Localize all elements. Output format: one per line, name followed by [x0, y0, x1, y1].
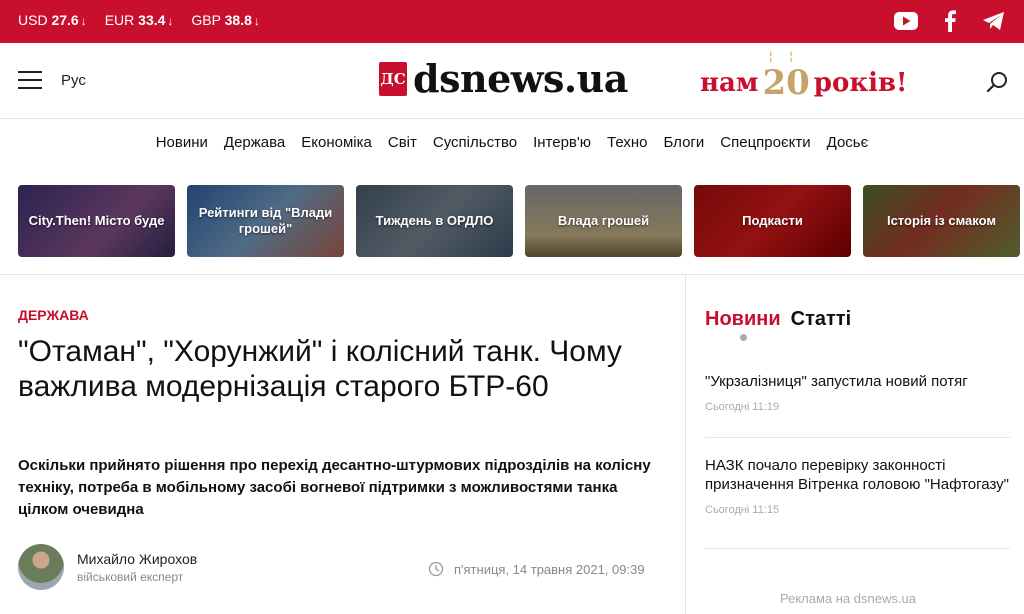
tile-taste-history[interactable]: Історія із смаком — [863, 185, 1020, 257]
category-tiles: City.Then! Місто буде Рейтинги від "Влад… — [18, 185, 1020, 257]
author-block[interactable]: Михайло Жирохов військовий експерт — [18, 544, 197, 590]
anniversary-pre: нам — [700, 68, 759, 98]
rate-gbp: GBP 38.8 ↓ — [191, 12, 259, 28]
nav-item-news[interactable]: Новини — [156, 134, 208, 151]
rate-trend-icon: ↓ — [167, 14, 174, 28]
menu-icon[interactable] — [18, 71, 42, 91]
nav-item-interview[interactable]: Інтерв'ю — [533, 134, 591, 151]
column-divider — [685, 275, 686, 614]
rate-currency: GBP — [191, 12, 221, 28]
section-divider — [0, 274, 1024, 275]
article-title: "Отаман", "Хорунжий" і колісний танк. Чо… — [18, 335, 622, 403]
news-time: Сьогодні 11:19 — [705, 401, 780, 413]
tile-label: Історія із смаком — [886, 213, 997, 228]
nav-item-dossier[interactable]: Досьє — [827, 134, 869, 151]
tile-label: Рейтинги від "Влади грошей" — [198, 205, 333, 236]
author-name[interactable]: Михайло Жирохов — [77, 551, 197, 567]
rate-value: 27.6 — [51, 12, 79, 28]
site-header: Рус ДС dsnews.ua нам 20 років! — [0, 43, 1024, 119]
rate-value: 33.4 — [138, 12, 166, 28]
ad-label[interactable]: Реклама на dsnews.ua — [780, 591, 916, 606]
tab-articles[interactable]: Статті — [791, 308, 852, 331]
author-info: Михайло Жирохов військовий експерт — [77, 551, 197, 584]
rate-trend-icon: ↓ — [253, 14, 260, 28]
clock-icon — [428, 561, 444, 577]
nav-item-blogs[interactable]: Блоги — [663, 134, 704, 151]
nav-item-specprojects[interactable]: Спецпроєкти — [720, 134, 810, 151]
youtube-icon[interactable] — [894, 9, 918, 33]
tile-money-power[interactable]: Влада грошей — [525, 185, 682, 257]
nav-item-state[interactable]: Держава — [224, 134, 285, 151]
news-title[interactable]: "Укрзалізниця" запустила новий потяг — [705, 372, 1010, 391]
nav-item-economy[interactable]: Економіка — [301, 134, 372, 151]
search-icon[interactable] — [986, 71, 1008, 93]
rate-currency: USD — [18, 12, 48, 28]
logo-text: dsnews.ua — [413, 56, 628, 101]
main-nav: Новини Держава Економіка Світ Суспільств… — [0, 120, 1024, 165]
avatar[interactable] — [18, 544, 64, 590]
tab-news[interactable]: Новини — [705, 308, 781, 331]
telegram-icon[interactable] — [982, 9, 1006, 33]
rate-value: 38.8 — [224, 12, 252, 28]
anniversary-number: 20 — [762, 49, 809, 103]
date-text: п'ятниця, 14 травня 2021, 09:39 — [454, 561, 645, 577]
sidebar-tabs: Новини Статті — [705, 308, 851, 331]
nav-item-world[interactable]: Світ — [388, 134, 417, 151]
anniversary-post: років! — [813, 68, 908, 98]
facebook-icon[interactable] — [938, 9, 962, 33]
tile-label: Влада грошей — [557, 213, 650, 228]
tile-city-then[interactable]: City.Then! Місто буде — [18, 185, 175, 257]
news-title[interactable]: НАЗК почало перевірку законності признач… — [705, 456, 1010, 494]
list-divider — [705, 437, 1010, 438]
language-switch[interactable]: Рус — [61, 72, 86, 89]
list-divider — [705, 548, 1010, 549]
article-date: п'ятниця, 14 травня 2021, 09:39 — [428, 561, 645, 577]
exchange-rates: USD 27.6 ↓ EUR 33.4 ↓ GBP 38.8 ↓ — [18, 12, 260, 28]
article-category[interactable]: ДЕРЖАВА — [18, 307, 89, 323]
tile-label: Тиждень в ОРДЛО — [375, 213, 494, 228]
active-tab-indicator — [740, 334, 747, 341]
tile-ratings[interactable]: Рейтинги від "Влади грошей" — [187, 185, 344, 257]
anniversary-banner[interactable]: нам 20 років! — [700, 49, 908, 103]
top-bar: USD 27.6 ↓ EUR 33.4 ↓ GBP 38.8 ↓ — [0, 0, 1024, 43]
tile-label: City.Then! Місто буде — [28, 213, 165, 228]
tile-label: Подкасти — [742, 213, 803, 228]
social-links — [894, 9, 1006, 33]
news-time: Сьогодні 11:15 — [705, 504, 780, 516]
nav-item-society[interactable]: Суспільство — [433, 134, 517, 151]
rate-trend-icon: ↓ — [80, 14, 87, 28]
list-item[interactable]: НАЗК почало перевірку законності признач… — [705, 456, 1010, 516]
article-lead: Оскільки прийнято рішення про перехід де… — [18, 457, 651, 518]
list-item[interactable]: "Укрзалізниця" запустила новий потяг Сьо… — [705, 372, 1010, 413]
logo-badge: ДС — [379, 62, 407, 96]
site-logo[interactable]: ДС dsnews.ua — [379, 57, 628, 101]
nav-item-tech[interactable]: Техно — [607, 134, 647, 151]
tile-podcasts[interactable]: Подкасти — [694, 185, 851, 257]
rate-eur: EUR 33.4 ↓ — [105, 12, 174, 28]
rate-usd: USD 27.6 ↓ — [18, 12, 87, 28]
rate-currency: EUR — [104, 12, 135, 28]
tile-ordlo-week[interactable]: Тиждень в ОРДЛО — [356, 185, 513, 257]
author-role: військовий експерт — [77, 569, 184, 584]
